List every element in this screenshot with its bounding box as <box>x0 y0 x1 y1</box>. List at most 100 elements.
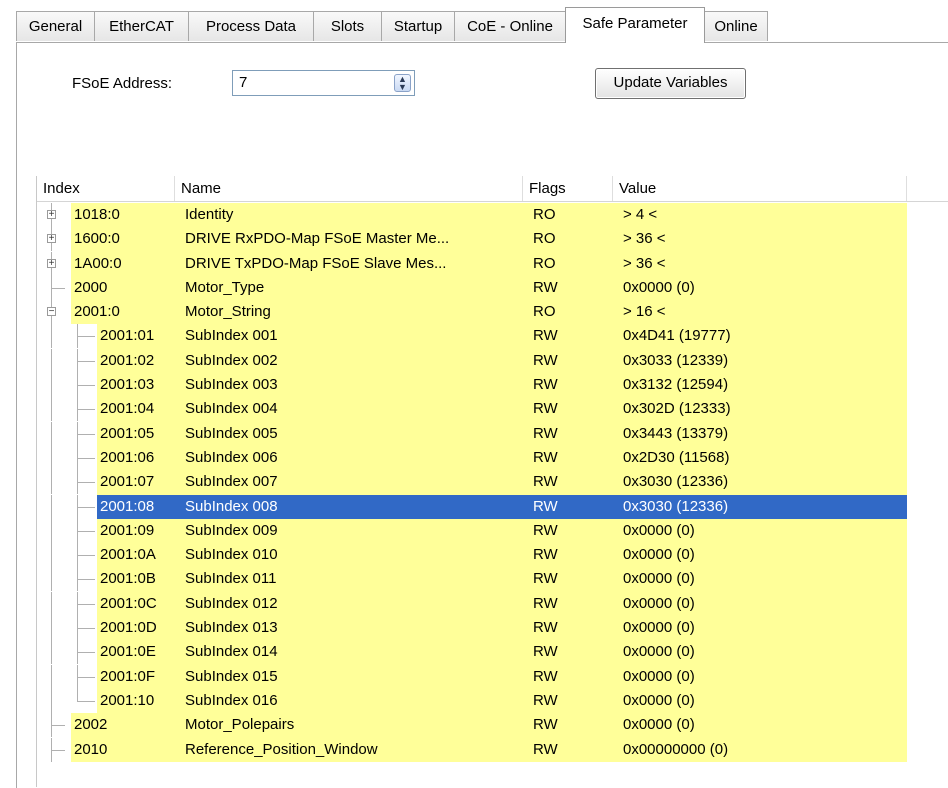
cell-value: > 36 < <box>613 227 907 252</box>
table-row[interactable]: 2001:0F SubIndex 015 RW 0x0000 (0) <box>37 664 948 689</box>
table-row[interactable]: 2010 Reference_Position_Window RW 0x0000000… <box>37 737 948 762</box>
fsoe-address-value: 7 <box>239 74 248 91</box>
spin-updown-icon[interactable]: ▲ ▼ <box>394 74 411 92</box>
cell-flags: RW <box>523 518 613 544</box>
tab-process-data[interactable]: Process Data <box>188 11 314 41</box>
tree-line <box>51 688 52 713</box>
collapse-icon[interactable]: − <box>47 307 56 317</box>
cell-name: SubIndex 004 <box>175 397 523 422</box>
cell-flags: RW <box>523 713 613 738</box>
cell-flags: RW <box>523 567 613 592</box>
table-row[interactable]: 2001:06 SubIndex 006 RW 0x2D30 (11568) <box>37 445 948 471</box>
tab-slots[interactable]: Slots <box>313 11 382 41</box>
tree-line <box>51 373 52 398</box>
tree-line <box>77 530 95 532</box>
table-row[interactable]: 2001:10 SubIndex 016 RW 0x0000 (0) <box>37 688 948 714</box>
table-header: Index Name Flags Value <box>37 176 948 202</box>
cell-name: SubIndex 006 <box>175 445 523 471</box>
table-row[interactable]: 2001:0B SubIndex 011 RW 0x0000 (0) <box>37 567 948 592</box>
table-row[interactable]: 2001:05 SubIndex 005 RW 0x3443 (13379) <box>37 421 948 446</box>
cell-value: 0x0000 (0) <box>613 640 907 665</box>
column-header-value[interactable]: Value <box>613 176 907 201</box>
cell-index: 2001:0C <box>97 591 175 617</box>
cell-value: 0x0000 (0) <box>613 688 907 714</box>
table-row[interactable]: 2001:0A SubIndex 010 RW 0x0000 (0) <box>37 543 948 568</box>
cell-flags: RW <box>523 397 613 422</box>
cell-index: 2000 <box>71 275 175 301</box>
cell-index: 2001:0F <box>97 664 175 689</box>
cell-value: 0x0000 (0) <box>613 616 907 641</box>
cell-flags: RO <box>523 203 613 228</box>
tab-startup[interactable]: Startup <box>381 11 455 41</box>
tree-line <box>51 616 52 641</box>
cell-value: 0x3030 (12336) <box>613 494 907 519</box>
cell-value: 0x0000 (0) <box>613 275 907 301</box>
cell-value: 0x0000 (0) <box>613 567 907 592</box>
cell-name: DRIVE TxPDO-Map FSoE Slave Mes... <box>175 251 523 276</box>
cell-index: 1600:0 <box>71 227 175 252</box>
cell-name: SubIndex 007 <box>175 470 523 495</box>
table-row[interactable]: 2001:01 SubIndex 001 RW 0x4D41 (19777) <box>37 324 948 349</box>
cell-index: 2001:06 <box>97 445 175 471</box>
tree-line <box>77 482 95 484</box>
parameter-table: Index Name Flags Value +1018:0 Identity RO… <box>36 176 948 787</box>
table-row[interactable]: 2001:0C SubIndex 012 RW 0x0000 (0) <box>37 591 948 617</box>
cell-index: 2010 <box>71 737 175 762</box>
cell-index: 2001:01 <box>97 324 175 349</box>
expand-icon[interactable]: + <box>47 234 56 244</box>
tab-coe-online[interactable]: CoE - Online <box>454 11 566 41</box>
table-row[interactable]: 2001:08 SubIndex 008 RW 0x3030 (12336) <box>37 494 948 519</box>
tree-line <box>51 445 52 470</box>
cell-value: > 36 < <box>613 251 907 276</box>
column-header-flags[interactable]: Flags <box>523 176 613 201</box>
table-row[interactable]: 2001:04 SubIndex 004 RW 0x302D (12333) <box>37 397 948 422</box>
expand-icon[interactable]: + <box>47 210 56 220</box>
expand-icon[interactable]: + <box>47 258 56 268</box>
tab-ethercat[interactable]: EtherCAT <box>94 11 189 41</box>
column-header-index[interactable]: Index <box>37 176 175 201</box>
table-row[interactable]: 2001:03 SubIndex 003 RW 0x3132 (12594) <box>37 373 948 398</box>
tab-safe-parameter[interactable]: Safe Parameter <box>565 7 705 43</box>
cell-name: SubIndex 014 <box>175 640 523 665</box>
cell-flags: RW <box>523 324 613 349</box>
cell-name: SubIndex 011 <box>175 567 523 592</box>
fsoe-address-spinbox[interactable]: 7 ▲ ▼ <box>232 70 415 96</box>
tree-line <box>77 628 95 630</box>
tree-line <box>77 603 95 605</box>
cell-index: 2001:09 <box>97 518 175 544</box>
cell-flags: RW <box>523 591 613 617</box>
table-row[interactable]: +1600:0 DRIVE RxPDO-Map FSoE Master Me...… <box>37 227 948 252</box>
cell-flags: RW <box>523 373 613 398</box>
cell-index: 2001:07 <box>97 470 175 495</box>
table-row[interactable]: 2001:0D SubIndex 013 RW 0x0000 (0) <box>37 616 948 641</box>
update-variables-button[interactable]: Update Variables <box>595 68 746 99</box>
cell-flags: RW <box>523 445 613 471</box>
tree-line <box>51 470 52 495</box>
column-header-name[interactable]: Name <box>175 176 523 201</box>
tab-online[interactable]: Online <box>704 11 768 41</box>
table-row[interactable]: 2000 Motor_Type RW 0x0000 (0) <box>37 275 948 301</box>
tree-line <box>51 664 52 689</box>
cell-value: 0x0000 (0) <box>613 543 907 568</box>
table-row[interactable]: 2001:07 SubIndex 007 RW 0x3030 (12336) <box>37 470 948 495</box>
cell-flags: RW <box>523 543 613 568</box>
tab-general[interactable]: General <box>16 11 95 41</box>
cell-value: 0x302D (12333) <box>613 397 907 422</box>
table-row[interactable]: 2001:0E SubIndex 014 RW 0x0000 (0) <box>37 640 948 665</box>
cell-name: Identity <box>175 203 523 228</box>
table-row[interactable]: 2001:02 SubIndex 002 RW 0x3033 (12339) <box>37 348 948 374</box>
table-row[interactable]: 2002 Motor_Polepairs RW 0x0000 (0) <box>37 713 948 738</box>
fsoe-address-label: FSoE Address: <box>72 75 173 92</box>
cell-value: 0x3030 (12336) <box>613 470 907 495</box>
table-row[interactable]: − 2001:0 Motor_String RO > 16 < <box>37 300 948 325</box>
table-row[interactable]: 2001:09 SubIndex 009 RW 0x0000 (0) <box>37 518 948 544</box>
tree-line <box>77 676 95 678</box>
cell-index: 2001:08 <box>97 494 175 519</box>
cell-name: Motor_String <box>175 300 523 325</box>
tree-line <box>77 360 95 362</box>
table-row[interactable]: +1018:0 Identity RO > 4 < <box>37 203 948 228</box>
cell-index: 2002 <box>71 713 175 738</box>
tree-line <box>51 397 52 422</box>
tree-line <box>51 725 65 727</box>
table-row[interactable]: +1A00:0 DRIVE TxPDO-Map FSoE Slave Mes...… <box>37 251 948 276</box>
